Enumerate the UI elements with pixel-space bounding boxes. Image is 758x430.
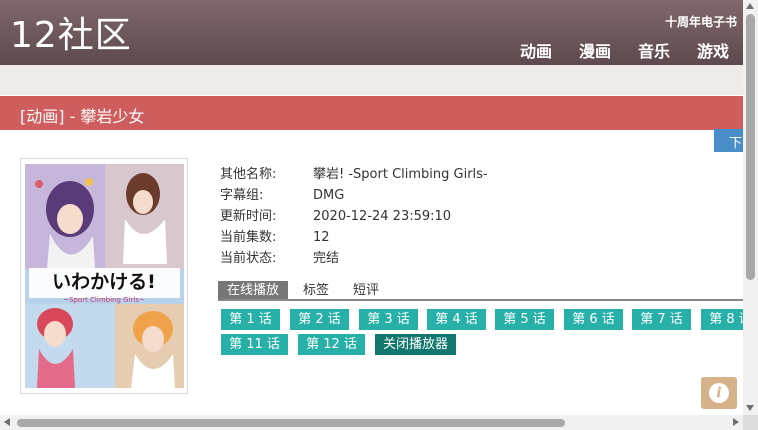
poster-subtitle: ~Sport Climbing Girls~ <box>63 296 145 304</box>
episode-button[interactable]: 第 4 话 <box>427 309 486 330</box>
info-value: DMG <box>313 188 345 203</box>
episode-button[interactable]: 第 5 话 <box>495 309 554 330</box>
site-header: 12社区 十周年电子书 动画 漫画 音乐 游戏 <box>0 0 743 65</box>
info-row-subtitle-group: 字幕组: DMG <box>220 185 488 206</box>
info-label: 当前状态: <box>220 251 277 266</box>
nav-item-games[interactable]: 游戏 <box>697 38 729 62</box>
info-value: 攀岩! -Sport Climbing Girls- <box>313 167 488 182</box>
page-title: [动画] - 攀岩少女 <box>20 107 145 126</box>
scroll-left-arrow-icon[interactable] <box>4 418 10 426</box>
info-label: 其他名称: <box>220 167 277 182</box>
episode-button[interactable]: 第 11 话 <box>221 334 288 355</box>
episode-button[interactable]: 第 7 话 <box>632 309 691 330</box>
anime-info: 其他名称: 攀岩! -Sport Climbing Girls- 字幕组: DM… <box>220 164 488 269</box>
episode-button[interactable]: 第 6 话 <box>564 309 623 330</box>
info-row-updated: 更新时间: 2020-12-24 23:59:10 <box>220 206 488 227</box>
info-row-alt-name: 其他名称: 攀岩! -Sport Climbing Girls- <box>220 164 488 185</box>
anime-poster: いわかける! ~Sport Climbing Girls~ <box>25 164 184 388</box>
info-row-episodes: 当前集数: 12 <box>220 227 488 248</box>
scroll-right-arrow-icon[interactable] <box>733 418 739 426</box>
scroll-up-arrow-icon[interactable] <box>746 3 754 9</box>
episode-button[interactable]: 第 2 话 <box>290 309 349 330</box>
nav-item-music[interactable]: 音乐 <box>638 38 670 62</box>
episode-button[interactable]: 第 1 话 <box>221 309 280 330</box>
info-button[interactable]: i <box>701 377 737 409</box>
info-value: 12 <box>313 230 330 245</box>
page-title-bar: [动画] - 攀岩少女 <box>0 96 743 130</box>
info-value: 完结 <box>313 251 340 266</box>
poster-title: いわかける! <box>52 271 156 293</box>
episode-button[interactable]: 第 8 话 <box>701 309 743 330</box>
episode-list: 第 1 话 第 2 话 第 3 话 第 4 话 第 5 话 第 6 话 第 7 … <box>221 309 743 359</box>
content-tabs: 在线播放 标签 短评 <box>218 281 743 301</box>
episode-button[interactable]: 第 3 话 <box>359 309 418 330</box>
ebook-link[interactable]: 十周年电子书 <box>665 13 737 30</box>
tab-online-play[interactable]: 在线播放 <box>218 281 289 299</box>
info-label: 当前集数: <box>220 230 277 245</box>
info-value: 2020-12-24 23:59:10 <box>313 209 452 224</box>
info-icon: i <box>709 383 729 403</box>
info-label: 更新时间: <box>220 209 277 224</box>
info-label: 字幕组: <box>220 188 264 203</box>
poster-art: いわかける! ~Sport Climbing Girls~ <box>25 164 184 388</box>
main-nav: 动画 漫画 音乐 游戏 <box>520 38 729 62</box>
tab-tags[interactable]: 标签 <box>294 281 338 299</box>
nav-item-anime[interactable]: 动画 <box>520 38 552 62</box>
vertical-scroll-thumb[interactable] <box>746 14 755 280</box>
nav-item-manga[interactable]: 漫画 <box>579 38 611 62</box>
close-player-button[interactable]: 关闭播放器 <box>375 334 456 355</box>
site-logo[interactable]: 12社区 <box>10 14 132 58</box>
download-button[interactable]: 下 <box>714 129 743 152</box>
spacer-band <box>0 65 743 95</box>
horizontal-scroll-thumb[interactable] <box>17 419 565 427</box>
info-row-status: 当前状态: 完结 <box>220 248 488 269</box>
scroll-down-arrow-icon[interactable] <box>746 405 754 411</box>
tab-reviews[interactable]: 短评 <box>344 281 388 299</box>
poster-frame: いわかける! ~Sport Climbing Girls~ <box>20 158 188 394</box>
scrollbar-corner <box>743 415 758 430</box>
episode-button[interactable]: 第 12 话 <box>298 334 365 355</box>
